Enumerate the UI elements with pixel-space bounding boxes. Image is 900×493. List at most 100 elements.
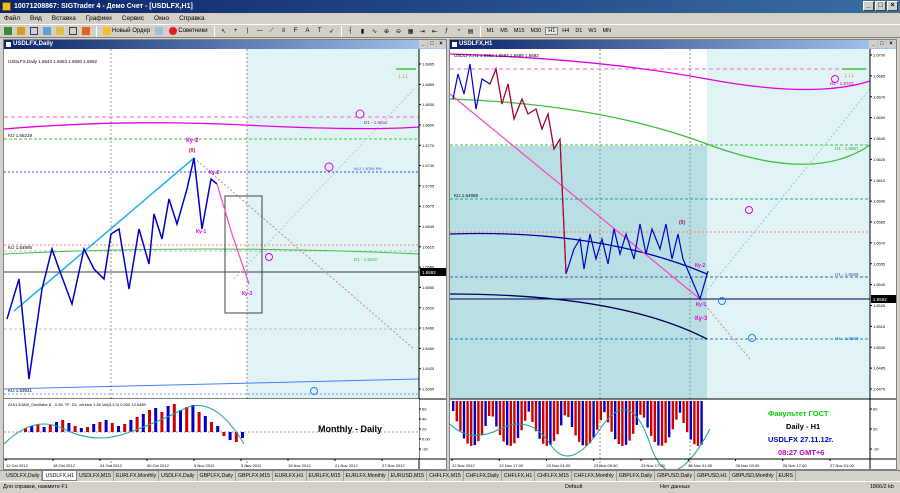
chart-tab[interactable]: GBPUSD,Monthly [730, 471, 777, 481]
menu-window[interactable]: Окно [154, 13, 169, 24]
metaeditor-icon[interactable] [154, 26, 165, 37]
osc-bar [581, 401, 584, 446]
chart-tab[interactable]: CHFLFX,Monthly [572, 471, 617, 481]
maximize-button[interactable]: □ [875, 1, 886, 11]
chart-titlebar[interactable]: USDLFX,Daily _ □ × [4, 40, 446, 49]
chart-window-h1[interactable]: USDLFX,H1 _ □ × D1 - 1.6703 H1 - 1.6667 … [449, 39, 897, 470]
timeframe-m1[interactable]: M1 [485, 28, 497, 34]
chart-tab[interactable]: GBPUSD,Daily [655, 471, 696, 481]
bar-chart-icon[interactable]: ┤ [346, 26, 356, 37]
wave-label-ky3: Ку-3 [242, 291, 252, 297]
tile-icon[interactable]: ▦ [406, 26, 416, 37]
chart-tab[interactable]: CHFLFX,M15 [427, 471, 464, 481]
line-chart-icon[interactable]: ∿ [370, 26, 380, 37]
minimize-button[interactable]: _ [863, 1, 874, 11]
maximize-button[interactable]: □ [428, 40, 436, 48]
chart-tab[interactable]: GBPLFX,Daily [617, 471, 656, 481]
timeframe-h1[interactable]: H1 [545, 27, 559, 35]
horizontal-line-icon[interactable]: — [255, 26, 265, 37]
templates-icon[interactable]: ▤ [466, 26, 476, 37]
osc-bar [632, 401, 635, 434]
menu-charts[interactable]: Графики [86, 13, 112, 24]
zoom-out-icon[interactable]: ⊖ [394, 26, 404, 37]
toolbar-separator [479, 25, 481, 37]
navigator-icon[interactable] [55, 26, 66, 37]
osc-bar [513, 401, 516, 444]
osc-bar [624, 401, 628, 445]
chart-tab[interactable]: CHFLFX,H1 [502, 471, 536, 481]
close-button[interactable]: × [887, 40, 895, 48]
vertical-line-icon[interactable]: | [243, 26, 253, 37]
chart-window-daily[interactable]: USDLFX,Daily _ □ × KIJ 1.66219 D1 - 1.66… [3, 39, 447, 470]
chart-shift-icon[interactable]: ⇤ [430, 26, 440, 37]
timeframe-d1[interactable]: D1 [573, 28, 584, 34]
label-icon[interactable]: T [315, 26, 325, 37]
close-button[interactable]: × [437, 40, 445, 48]
chart-tab[interactable]: EURUSD,M15 [389, 471, 428, 481]
zoom-in-icon[interactable]: ⊕ [382, 26, 392, 37]
indicators-icon[interactable]: ƒ [442, 26, 452, 37]
date-tick-label: 5 Nov 2012 [194, 463, 215, 468]
osc-bar [470, 401, 473, 446]
chart-tab[interactable]: EURLFX,H1 [273, 471, 307, 481]
data-window-icon[interactable] [42, 26, 53, 37]
period-icon[interactable]: ◔ [454, 26, 464, 37]
chart-tab[interactable]: USDLFX,Daily [159, 471, 198, 481]
timeframe-mn[interactable]: MN [601, 28, 614, 34]
close-button[interactable]: × [887, 1, 898, 11]
h1-label: H1 - 1.6598 [835, 272, 859, 277]
h1-chart-canvas[interactable]: D1 - 1.6703 H1 - 1.6667 KIJ 1.64955 H1 -… [450, 49, 896, 469]
cursor-icon[interactable]: ↖ [219, 26, 229, 37]
menu-tools[interactable]: Сервис [122, 13, 144, 24]
timeframe-m5[interactable]: M5 [498, 28, 510, 34]
channel-icon[interactable]: ≡ [279, 26, 289, 37]
wave-label-zero: (0) [679, 220, 685, 226]
market-watch-icon[interactable] [29, 26, 40, 37]
chart-tab[interactable]: GBPLFX,Daily [198, 471, 236, 481]
daily-chart-canvas[interactable]: KIJ 1.66219 D1 - 1.6652 W-2 1.6764 RH KI… [4, 49, 446, 469]
arrows-icon[interactable]: ➶ [327, 26, 337, 37]
chart-tab[interactable]: EURLFX,Monthly [344, 471, 389, 481]
tester-icon[interactable] [81, 26, 92, 37]
trendline-icon[interactable]: ⟋ [267, 26, 277, 37]
minimize-button[interactable]: _ [869, 40, 877, 48]
new-order-button[interactable]: Новый Ордер [101, 26, 152, 37]
terminal-icon[interactable] [68, 26, 79, 37]
fibonacci-icon[interactable]: F [291, 26, 301, 37]
window-titlebar[interactable]: 10071208867: SIGTrader 4 - Демо Счет - [… [0, 0, 900, 13]
chart-tab[interactable]: USDLFX,H1 [42, 471, 77, 481]
menu-help[interactable]: Справка [179, 13, 205, 24]
chart-tab[interactable]: GBPUSD,H1 [695, 471, 731, 481]
chart-titlebar[interactable]: USDLFX,H1 _ □ × [450, 40, 896, 49]
autoscroll-icon[interactable]: ⇥ [418, 26, 428, 37]
minimize-button[interactable]: _ [419, 40, 427, 48]
chart-tab[interactable]: EURS [777, 471, 796, 481]
osc-bar [495, 401, 498, 427]
osc-bar [524, 401, 527, 421]
text-icon[interactable]: A [303, 26, 313, 37]
chart-tab[interactable]: EURLFX,Monthly [114, 471, 160, 481]
chart-tab[interactable]: EURLFX,M15 [307, 471, 344, 481]
candles-icon[interactable]: ▮ [358, 26, 368, 37]
date-tick-label: 9 Nov 2012 [241, 463, 262, 468]
timeframe-m15[interactable]: M15 [512, 28, 527, 34]
chart-tab[interactable]: USDLFX,M15 [77, 471, 114, 481]
timeframe-m30[interactable]: M30 [529, 28, 544, 34]
chart-tab[interactable]: USDLFX,Daily [4, 471, 43, 481]
profiles-icon[interactable] [16, 26, 27, 37]
expert-advisors-button[interactable]: Советники [167, 26, 209, 37]
osc-bar [668, 401, 671, 438]
chart-tab[interactable]: GBPLFX,M15 [236, 471, 273, 481]
menu-view[interactable]: Вид [30, 13, 42, 24]
maximize-button[interactable]: □ [878, 40, 886, 48]
menu-file[interactable]: Файл [4, 13, 20, 24]
chart-tab[interactable]: CHFLFX,M15 [535, 471, 572, 481]
current-price-label: 1.6592 [873, 297, 887, 302]
osc-bar [48, 425, 52, 432]
new-chart-icon[interactable] [3, 26, 14, 37]
menu-insert[interactable]: Вставка [52, 13, 76, 24]
timeframe-w1[interactable]: W1 [586, 28, 598, 34]
crosshair-icon[interactable]: + [231, 26, 241, 37]
chart-tab[interactable]: CHFLFX,Daily [464, 471, 502, 481]
timeframe-h4[interactable]: H4 [560, 28, 571, 34]
